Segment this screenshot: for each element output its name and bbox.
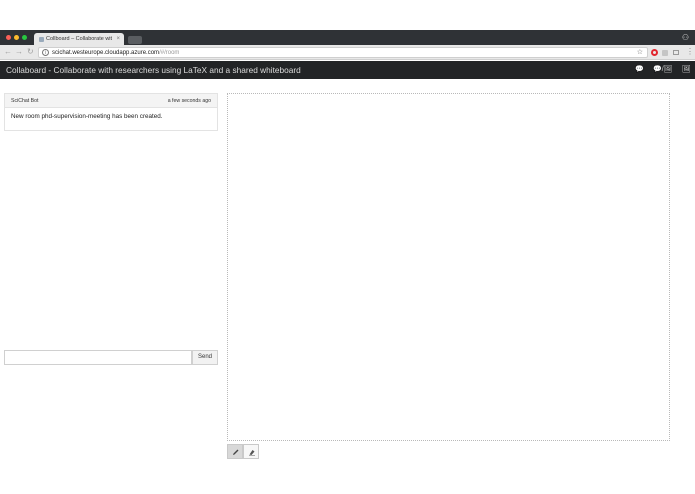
window-minimize-button[interactable]: [14, 35, 19, 40]
window-zoom-button[interactable]: [22, 35, 27, 40]
message-author: SciChat Bot: [11, 98, 39, 104]
address-bar[interactable]: i scichat.westeurope.cloudapp.azure.com/…: [38, 47, 648, 58]
reload-icon[interactable]: ↻: [27, 47, 34, 57]
new-tab-button[interactable]: [128, 36, 142, 44]
split-view-icon[interactable]: 💬/🖼: [653, 66, 673, 74]
url-path: /#/room: [159, 50, 180, 56]
chat-view-icon[interactable]: 💬: [635, 66, 644, 74]
chat-input[interactable]: [4, 350, 192, 365]
extension-icon[interactable]: [662, 50, 668, 56]
address-url[interactable]: scichat.westeurope.cloudapp.azure.com/#/…: [52, 48, 179, 58]
url-host: scichat.westeurope.cloudapp.azure.com: [52, 50, 160, 56]
site-info-icon[interactable]: i: [42, 49, 49, 56]
extension-opera-icon[interactable]: [651, 49, 658, 56]
app-title[interactable]: Collaboard - Collaborate with researcher…: [6, 61, 301, 79]
browser-tabstrip: Collboard – Collaborate with… × ⚇: [0, 30, 695, 45]
tab-close-icon[interactable]: ×: [116, 34, 120, 44]
app-navbar: Collaboard - Collaborate with researcher…: [0, 61, 695, 79]
chat-message-header: SciChat Bot a few seconds ago: [5, 94, 217, 108]
cast-icon[interactable]: [673, 50, 679, 55]
send-button[interactable]: Send: [192, 350, 218, 365]
profile-icon[interactable]: ⚇: [682, 33, 689, 42]
browser-menu-icon[interactable]: ⋮: [686, 47, 694, 57]
favicon-icon: [39, 37, 44, 42]
whiteboard-canvas[interactable]: [227, 93, 670, 441]
eraser-icon: [249, 450, 255, 456]
chat-message: SciChat Bot a few seconds ago New room p…: [4, 93, 218, 131]
message-timestamp: a few seconds ago: [167, 98, 211, 104]
bookmark-star-icon[interactable]: ☆: [637, 48, 643, 58]
pencil-icon: [233, 449, 239, 455]
message-text: New room phd-supervision-meeting has bee…: [11, 113, 163, 120]
back-icon[interactable]: ←: [4, 47, 12, 57]
forward-icon[interactable]: →: [15, 47, 23, 57]
screen: Collboard – Collaborate with… × ⚇ ← → ↻ …: [0, 0, 695, 494]
browser-tab-active[interactable]: Collboard – Collaborate with… ×: [34, 33, 124, 45]
window-close-button[interactable]: [6, 35, 11, 40]
pen-tool-button[interactable]: [227, 444, 243, 459]
browser-toolbar: ← → ↻ i scichat.westeurope.cloudapp.azur…: [0, 45, 695, 60]
browser-tab-title: Collboard – Collaborate with…: [46, 36, 112, 42]
eraser-tool-button[interactable]: [243, 444, 259, 459]
whiteboard-view-icon[interactable]: 🖼: [682, 66, 691, 74]
